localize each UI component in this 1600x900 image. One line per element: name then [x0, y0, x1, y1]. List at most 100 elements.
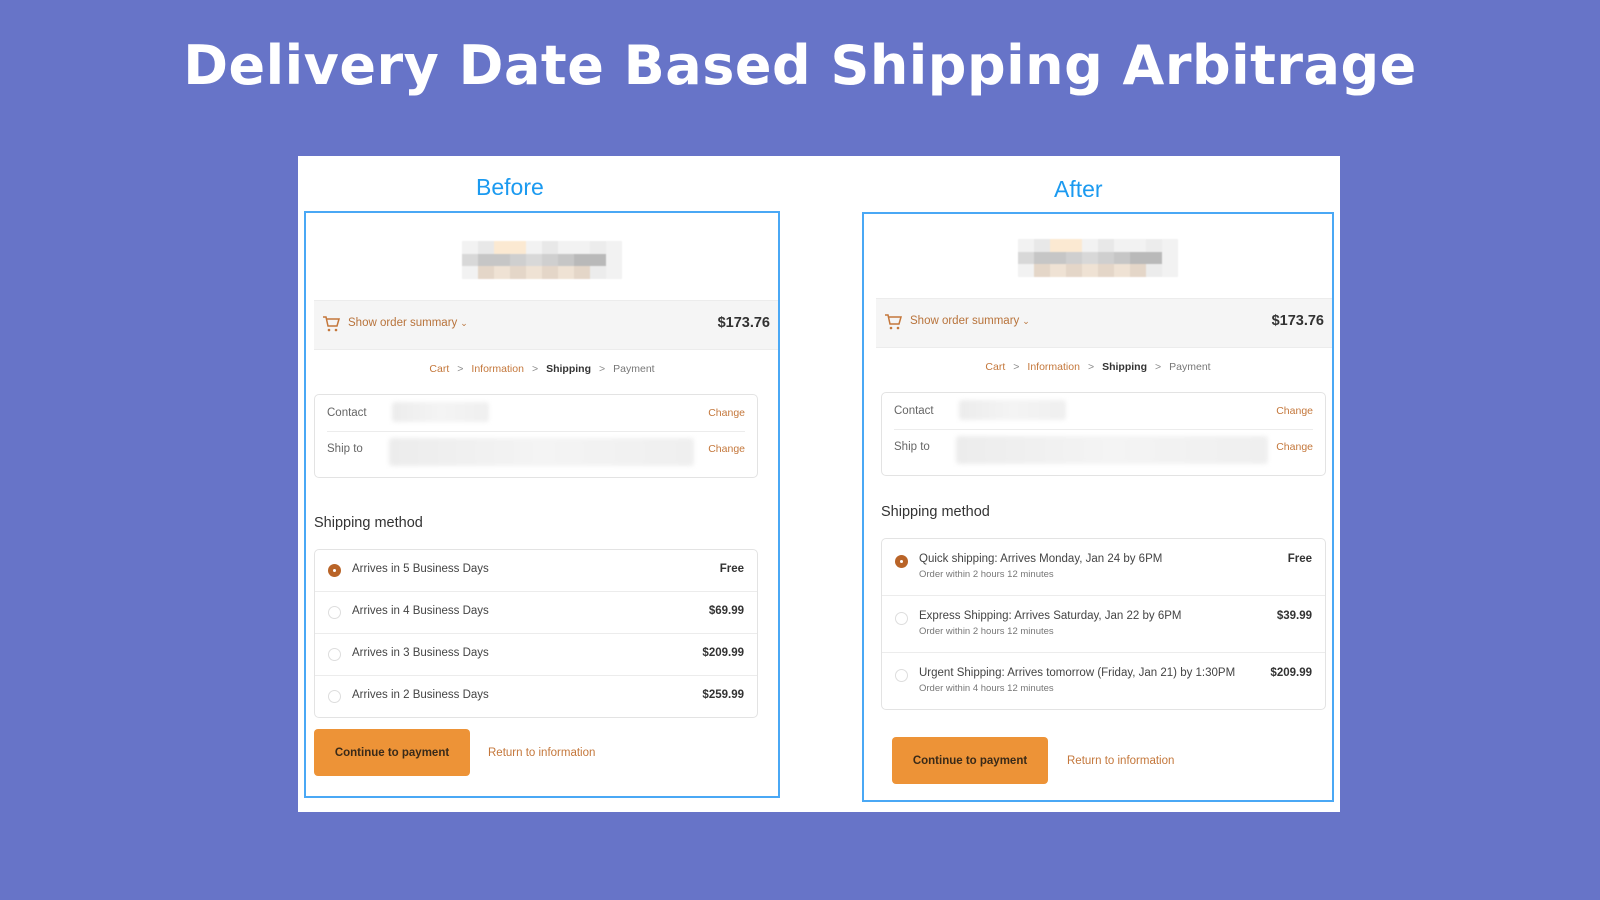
ship-to-label: Ship to [894, 441, 930, 453]
logo-pixel [574, 253, 590, 267]
contact-shipto-box: Contact Change Ship to Change [881, 392, 1326, 476]
order-total: $173.76 [717, 315, 770, 331]
shipping-option[interactable]: Urgent Shipping: Arrives tomorrow (Frida… [882, 653, 1325, 709]
logo-pixel [1034, 239, 1050, 252]
contact-change-link[interactable]: Change [1276, 405, 1313, 417]
radio-button[interactable] [895, 612, 908, 625]
logo-pixel [606, 241, 622, 254]
shipping-option[interactable]: Arrives in 3 Business Days $209.99 [315, 634, 757, 676]
shipping-option[interactable]: Quick shipping: Arrives Monday, Jan 24 b… [882, 539, 1325, 596]
logo-pixel [1146, 239, 1162, 252]
shipping-methods-list: Quick shipping: Arrives Monday, Jan 24 b… [881, 538, 1326, 710]
breadcrumb-separator: > [1013, 361, 1020, 373]
comparison-canvas: Before Show order summary ⌄ $173.76 Cart >… [298, 156, 1340, 812]
logo-pixel [1162, 239, 1178, 252]
logo-pixel [478, 241, 494, 254]
radio-button[interactable] [328, 606, 341, 619]
store-logo-pixelated [1018, 239, 1178, 277]
logo-pixel [574, 266, 590, 279]
order-summary-bar[interactable]: Show order summary ⌄ $173.76 [314, 300, 778, 350]
order-total: $173.76 [1271, 313, 1324, 329]
breadcrumb-separator: > [1087, 361, 1095, 373]
logo-pixel [542, 253, 558, 267]
radio-button[interactable] [328, 690, 341, 703]
radio-button[interactable] [328, 564, 341, 577]
contact-label: Contact [327, 407, 367, 419]
ship-to-label: Ship to [327, 443, 363, 455]
logo-pixel [510, 241, 526, 254]
logo-pixel [1066, 239, 1082, 252]
radio-button[interactable] [895, 555, 908, 568]
shipping-option[interactable]: Express Shipping: Arrives Saturday, Jan … [882, 596, 1325, 653]
contact-row: Contact Change [327, 397, 745, 432]
logo-pixel [494, 241, 510, 254]
contact-label: Contact [894, 405, 934, 417]
breadcrumb: Cart > Information > Shipping > Payment [306, 363, 778, 375]
show-order-summary-toggle[interactable]: Show order summary ⌄ [910, 315, 1030, 327]
breadcrumb-information[interactable]: Information [471, 363, 524, 375]
logo-pixel [1034, 251, 1050, 265]
return-to-information-link[interactable]: Return to information [1067, 755, 1174, 767]
show-order-summary-toggle[interactable]: Show order summary ⌄ [348, 317, 468, 329]
ship-to-row: Ship to Change [894, 431, 1313, 465]
logo-pixel [1098, 264, 1114, 277]
logo-pixel [1018, 251, 1034, 265]
before-label: Before [476, 174, 544, 200]
logo-pixel [1050, 251, 1066, 265]
shipping-option[interactable]: Arrives in 2 Business Days $259.99 [315, 676, 757, 717]
ship-to-change-link[interactable]: Change [708, 443, 745, 455]
shipping-option-cutoff: Order within 2 hours 12 minutes [919, 569, 1054, 580]
order-summary-bar[interactable]: Show order summary ⌄ $173.76 [876, 298, 1332, 348]
cart-icon [323, 316, 340, 332]
breadcrumb-information[interactable]: Information [1027, 361, 1080, 373]
return-to-information-link[interactable]: Return to information [488, 747, 595, 759]
continue-to-payment-button[interactable]: Continue to payment [892, 737, 1048, 784]
breadcrumb-cart[interactable]: Cart [985, 361, 1005, 373]
logo-pixel [462, 253, 478, 267]
breadcrumb-shipping: Shipping [1102, 361, 1147, 373]
logo-pixel [1130, 251, 1146, 265]
shipping-option-price: $209.99 [702, 647, 744, 659]
contact-change-link[interactable]: Change [708, 407, 745, 419]
logo-pixel [590, 241, 606, 254]
shipping-method-title: Shipping method [881, 504, 990, 520]
shipping-option-price: Free [719, 563, 744, 575]
breadcrumb-separator: > [457, 363, 464, 375]
radio-button[interactable] [895, 669, 908, 682]
logo-pixel [1066, 251, 1082, 265]
logo-pixel [1082, 251, 1098, 265]
logo-pixel [1082, 264, 1098, 277]
breadcrumb-separator: > [1155, 361, 1162, 373]
shipping-method-title: Shipping method [314, 515, 423, 531]
logo-pixel [1146, 251, 1162, 265]
breadcrumb-cart[interactable]: Cart [429, 363, 449, 375]
shipping-option[interactable]: Arrives in 5 Business Days Free [315, 550, 757, 592]
shipping-option-label: Urgent Shipping: Arrives tomorrow (Frida… [919, 667, 1236, 679]
logo-pixel [1018, 239, 1034, 252]
shipping-option-price: $259.99 [702, 689, 744, 701]
shipping-option-label: Arrives in 4 Business Days [352, 605, 489, 617]
continue-to-payment-button[interactable]: Continue to payment [314, 729, 470, 776]
ship-to-change-link[interactable]: Change [1276, 441, 1313, 453]
breadcrumb-separator: > [531, 363, 539, 375]
logo-pixel [574, 241, 590, 254]
logo-pixel [606, 253, 622, 267]
logo-pixel [1018, 264, 1034, 277]
shipping-option-cutoff: Order within 4 hours 12 minutes [919, 683, 1054, 694]
ship-to-value-redacted [956, 436, 1268, 464]
radio-button[interactable] [328, 648, 341, 661]
after-label: After [1054, 176, 1103, 202]
logo-pixel [1050, 239, 1066, 252]
shipping-option-price: $209.99 [1270, 667, 1312, 679]
logo-pixel [590, 253, 606, 267]
shipping-option-price: $69.99 [708, 605, 744, 617]
logo-pixel [494, 253, 510, 267]
breadcrumb: Cart > Information > Shipping > Payment [864, 361, 1332, 373]
shipping-option[interactable]: Arrives in 4 Business Days $69.99 [315, 592, 757, 634]
logo-pixel [478, 266, 494, 279]
shipping-methods-list: Arrives in 5 Business Days Free Arrives in… [314, 549, 758, 718]
logo-pixel [462, 266, 478, 279]
logo-pixel [1082, 239, 1098, 252]
logo-pixel [1066, 264, 1082, 277]
logo-pixel [478, 253, 494, 267]
